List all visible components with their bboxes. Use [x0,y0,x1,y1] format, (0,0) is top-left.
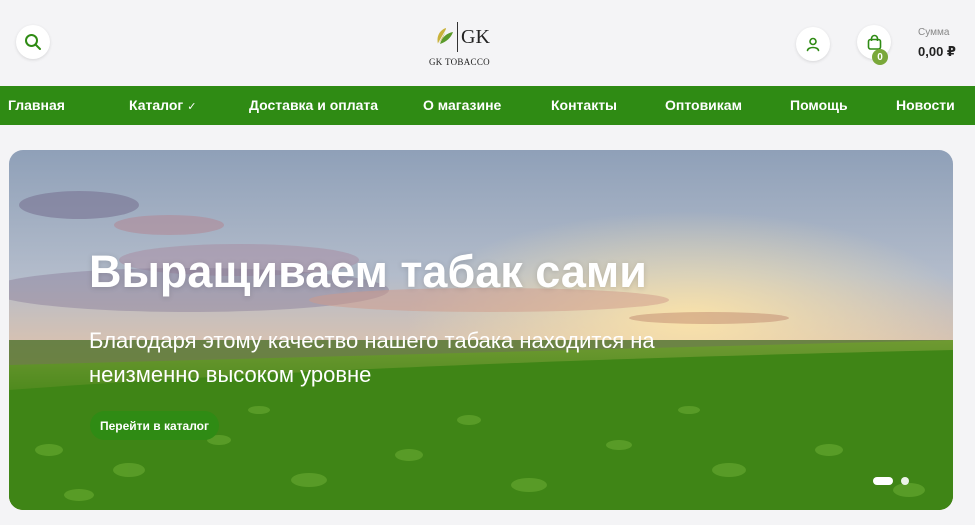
hero-slider: Выращиваем табак сами Благодаря этому ка… [9,150,953,510]
chevron-down-icon: ✓ [187,101,197,113]
cart-sum-label: Сумма [918,27,950,38]
logo-text: GK [461,26,490,48]
nav-item-wholesale[interactable]: Оптовикам [665,97,742,113]
hero-title: Выращиваем табак сами [89,246,647,297]
nav-item-news[interactable]: Новости [896,97,955,113]
nav-item-about[interactable]: О магазине [423,97,501,113]
hero-subtitle: Благодаря этому качество нашего табака н… [89,328,655,387]
main-navigation: Главная Каталог ✓ Доставка и оплата О маг… [0,86,975,125]
nav-item-catalog-label: Каталог [129,97,184,113]
slider-dot-active[interactable] [873,477,893,485]
logo-subtitle: GK TOBACCO [429,57,490,67]
slider-dot[interactable] [901,477,909,485]
nav-item-delivery[interactable]: Доставка и оплата [249,97,378,113]
user-icon [806,37,820,52]
logo-divider [457,22,458,52]
nav-item-help[interactable]: Помощь [790,97,848,113]
site-logo[interactable]: GK GK TOBACCO [428,20,498,70]
search-icon [25,34,41,50]
cart-count-badge: 0 [872,49,888,65]
nav-item-contacts[interactable]: Контакты [551,97,617,113]
site-header: GK GK TOBACCO 0 Сумма 0,00 ₽ [0,0,975,86]
nav-item-home[interactable]: Главная [8,97,65,113]
nav-item-catalog[interactable]: Каталог ✓ [129,97,196,113]
search-button[interactable] [16,25,50,59]
go-to-catalog-button[interactable]: Перейти в каталог [90,411,220,440]
tobacco-leaf-logo-icon [437,28,453,45]
shopping-bag-icon [867,34,881,50]
cart-sum-value: 0,00 ₽ [918,44,956,59]
account-button[interactable] [796,27,830,61]
